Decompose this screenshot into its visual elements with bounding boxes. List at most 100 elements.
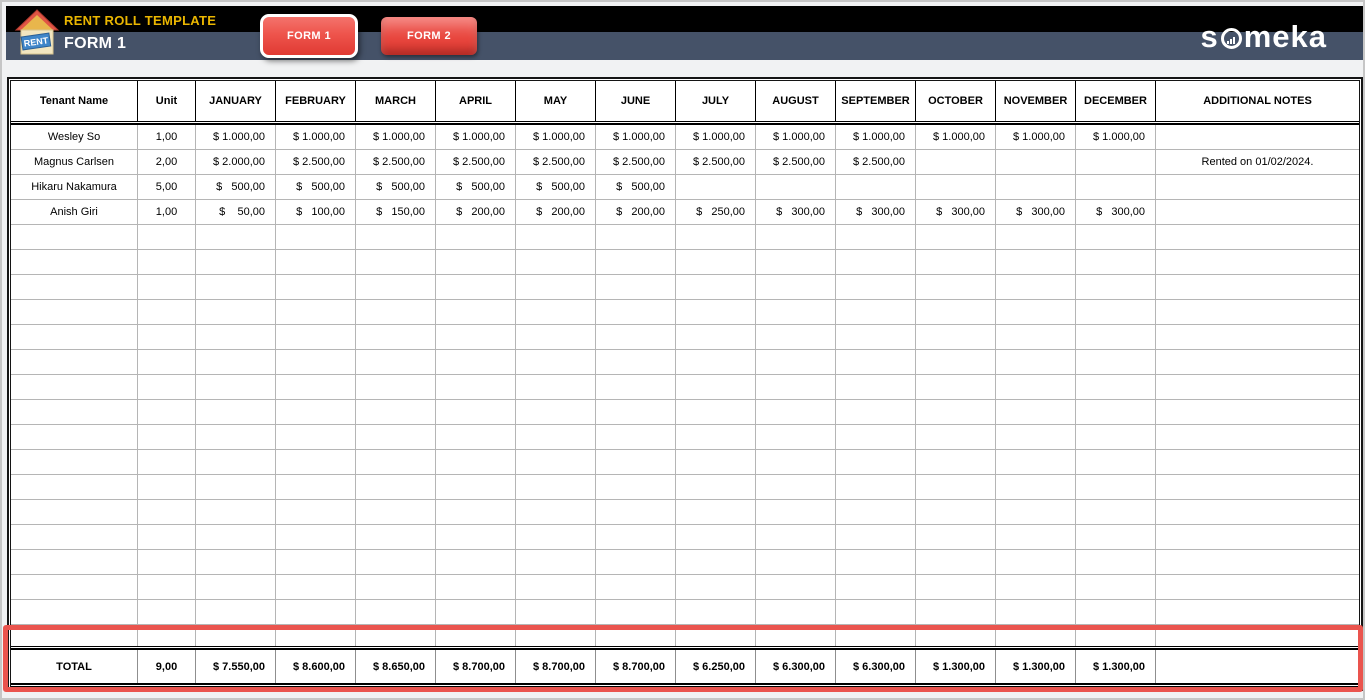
month-amount-cell[interactable] bbox=[276, 425, 356, 450]
month-amount-cell[interactable]: $ 200,00 bbox=[516, 200, 596, 225]
month-amount-cell[interactable] bbox=[1076, 300, 1156, 325]
month-amount-cell[interactable] bbox=[276, 500, 356, 525]
month-amount-cell[interactable] bbox=[596, 600, 676, 625]
month-amount-cell[interactable] bbox=[276, 375, 356, 400]
month-amount-cell[interactable]: $ 500,00 bbox=[196, 175, 276, 200]
month-amount-cell[interactable] bbox=[596, 475, 676, 500]
unit-cell[interactable] bbox=[138, 350, 196, 375]
tenant-name-cell[interactable]: Magnus Carlsen bbox=[11, 150, 138, 175]
column-header-may[interactable]: MAY bbox=[516, 81, 596, 121]
month-amount-cell[interactable] bbox=[916, 625, 996, 646]
unit-cell[interactable] bbox=[138, 325, 196, 350]
month-amount-cell[interactable] bbox=[516, 250, 596, 275]
month-amount-cell[interactable]: $ 250,00 bbox=[676, 200, 756, 225]
month-amount-cell[interactable] bbox=[276, 550, 356, 575]
month-amount-cell[interactable] bbox=[676, 550, 756, 575]
month-amount-cell[interactable] bbox=[756, 575, 836, 600]
column-header-june[interactable]: JUNE bbox=[596, 81, 676, 121]
month-amount-cell[interactable] bbox=[756, 300, 836, 325]
month-amount-cell[interactable] bbox=[916, 475, 996, 500]
month-amount-cell[interactable] bbox=[356, 300, 436, 325]
total-month-cell[interactable]: $ 1.300,00 bbox=[916, 650, 996, 683]
tenant-name-cell[interactable] bbox=[11, 625, 138, 646]
month-amount-cell[interactable] bbox=[756, 375, 836, 400]
month-amount-cell[interactable] bbox=[756, 450, 836, 475]
notes-cell[interactable] bbox=[1156, 400, 1359, 425]
column-header-tenant-name[interactable]: Tenant Name bbox=[11, 81, 138, 121]
month-amount-cell[interactable]: $ 2.500,00 bbox=[356, 150, 436, 175]
month-amount-cell[interactable] bbox=[996, 175, 1076, 200]
month-amount-cell[interactable]: $ 300,00 bbox=[1076, 200, 1156, 225]
month-amount-cell[interactable] bbox=[916, 350, 996, 375]
month-amount-cell[interactable]: $ 1.000,00 bbox=[516, 125, 596, 150]
tenant-name-cell[interactable] bbox=[11, 550, 138, 575]
month-amount-cell[interactable] bbox=[1076, 175, 1156, 200]
total-month-cell[interactable]: $ 8.650,00 bbox=[356, 650, 436, 683]
month-amount-cell[interactable] bbox=[676, 300, 756, 325]
month-amount-cell[interactable]: $ 500,00 bbox=[276, 175, 356, 200]
month-amount-cell[interactable] bbox=[516, 400, 596, 425]
tenant-name-cell[interactable] bbox=[11, 375, 138, 400]
month-amount-cell[interactable] bbox=[676, 250, 756, 275]
month-amount-cell[interactable]: $ 500,00 bbox=[596, 175, 676, 200]
month-amount-cell[interactable] bbox=[356, 525, 436, 550]
month-amount-cell[interactable] bbox=[596, 575, 676, 600]
tenant-name-cell[interactable] bbox=[11, 425, 138, 450]
unit-cell[interactable] bbox=[138, 275, 196, 300]
month-amount-cell[interactable] bbox=[836, 400, 916, 425]
month-amount-cell[interactable] bbox=[996, 625, 1076, 646]
month-amount-cell[interactable]: $ 2.500,00 bbox=[756, 150, 836, 175]
month-amount-cell[interactable] bbox=[1076, 225, 1156, 250]
month-amount-cell[interactable] bbox=[1076, 500, 1156, 525]
month-amount-cell[interactable] bbox=[356, 425, 436, 450]
month-amount-cell[interactable]: $ 1.000,00 bbox=[436, 125, 516, 150]
month-amount-cell[interactable] bbox=[836, 250, 916, 275]
notes-cell[interactable] bbox=[1156, 225, 1359, 250]
month-amount-cell[interactable] bbox=[916, 400, 996, 425]
month-amount-cell[interactable]: $ 1.000,00 bbox=[596, 125, 676, 150]
month-amount-cell[interactable] bbox=[596, 300, 676, 325]
month-amount-cell[interactable] bbox=[676, 225, 756, 250]
month-amount-cell[interactable] bbox=[996, 275, 1076, 300]
notes-cell[interactable] bbox=[1156, 375, 1359, 400]
month-amount-cell[interactable] bbox=[436, 625, 516, 646]
column-header-november[interactable]: NOVEMBER bbox=[996, 81, 1076, 121]
total-month-cell[interactable]: $ 8.700,00 bbox=[596, 650, 676, 683]
tenant-name-cell[interactable] bbox=[11, 275, 138, 300]
month-amount-cell[interactable] bbox=[436, 225, 516, 250]
month-amount-cell[interactable] bbox=[516, 425, 596, 450]
month-amount-cell[interactable]: $ 200,00 bbox=[596, 200, 676, 225]
month-amount-cell[interactable] bbox=[1076, 275, 1156, 300]
total-month-cell[interactable]: $ 6.250,00 bbox=[676, 650, 756, 683]
month-amount-cell[interactable] bbox=[756, 500, 836, 525]
month-amount-cell[interactable] bbox=[516, 625, 596, 646]
month-amount-cell[interactable] bbox=[916, 550, 996, 575]
tenant-name-cell[interactable] bbox=[11, 575, 138, 600]
month-amount-cell[interactable] bbox=[916, 275, 996, 300]
total-month-cell[interactable]: $ 6.300,00 bbox=[756, 650, 836, 683]
month-amount-cell[interactable] bbox=[1076, 400, 1156, 425]
total-month-cell[interactable]: $ 1.300,00 bbox=[996, 650, 1076, 683]
notes-cell[interactable] bbox=[1156, 300, 1359, 325]
month-amount-cell[interactable] bbox=[596, 625, 676, 646]
month-amount-cell[interactable] bbox=[916, 325, 996, 350]
tenant-name-cell[interactable] bbox=[11, 500, 138, 525]
month-amount-cell[interactable] bbox=[996, 550, 1076, 575]
month-amount-cell[interactable] bbox=[756, 325, 836, 350]
month-amount-cell[interactable]: $ 1.000,00 bbox=[276, 125, 356, 150]
tenant-name-cell[interactable] bbox=[11, 525, 138, 550]
month-amount-cell[interactable] bbox=[516, 225, 596, 250]
month-amount-cell[interactable]: $ 1.000,00 bbox=[356, 125, 436, 150]
unit-cell[interactable] bbox=[138, 375, 196, 400]
total-month-cell[interactable]: $ 1.300,00 bbox=[1076, 650, 1156, 683]
month-amount-cell[interactable] bbox=[676, 400, 756, 425]
month-amount-cell[interactable] bbox=[516, 500, 596, 525]
month-amount-cell[interactable]: $ 500,00 bbox=[516, 175, 596, 200]
form1-button[interactable]: FORM 1 bbox=[260, 14, 358, 58]
tenant-name-cell[interactable]: Wesley So bbox=[11, 125, 138, 150]
column-header-october[interactable]: OCTOBER bbox=[916, 81, 996, 121]
month-amount-cell[interactable] bbox=[1076, 375, 1156, 400]
tenant-name-cell[interactable] bbox=[11, 600, 138, 625]
total-month-cell[interactable]: $ 8.700,00 bbox=[436, 650, 516, 683]
month-amount-cell[interactable] bbox=[356, 475, 436, 500]
